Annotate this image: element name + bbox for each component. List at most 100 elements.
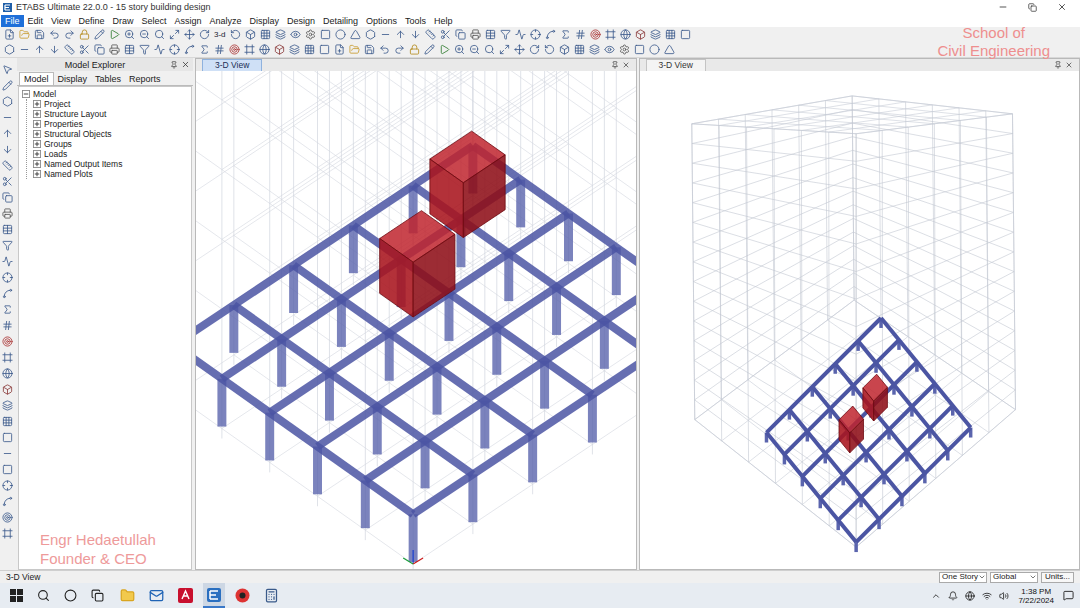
toolbar-button[interactable] [137,28,152,42]
toolbar-button[interactable] [0,382,15,396]
toolbar-button[interactable] [332,43,347,57]
tree-node[interactable]: Structural Objects [33,129,188,139]
expand-icon[interactable] [33,150,41,158]
toolbar-button[interactable] [663,28,678,42]
toolbar-button[interactable] [288,28,303,42]
menu-item[interactable]: Select [137,15,170,27]
toolbar-button[interactable] [47,28,62,42]
toolbar-button[interactable] [0,350,15,364]
browser-icon[interactable] [235,588,250,603]
toolbar-button[interactable] [543,28,558,42]
tree-node[interactable]: Named Plots [33,169,188,179]
toolbar-button[interactable] [317,43,332,57]
tree-node[interactable]: Loads [33,149,188,159]
menu-item[interactable]: Design [283,15,319,27]
toolbar-button[interactable] [647,43,662,57]
model-3d-drawing[interactable] [196,71,636,569]
toolbar-button[interactable] [0,222,15,236]
toolbar-button[interactable] [0,254,15,268]
tree-node[interactable]: Project [33,99,188,109]
expand-icon[interactable] [33,100,41,108]
toolbar-button[interactable] [0,366,15,380]
explorer-tab[interactable]: Display [54,73,92,85]
tree-node[interactable]: Groups [33,139,188,149]
toolbar-button[interactable] [47,43,62,57]
toolbar-button[interactable] [632,43,647,57]
toolbar-button[interactable] [602,43,617,57]
model-3d-drawing[interactable] [640,71,1080,569]
toolbar-button[interactable] [107,28,122,42]
toolbar-button[interactable] [558,28,573,42]
column[interactable] [528,435,537,483]
acrobat-icon[interactable] [178,588,193,603]
task-view-icon[interactable] [91,589,104,602]
toolbar-button[interactable] [423,28,438,42]
tree-node[interactable]: Named Output Items [33,159,188,169]
toolbar-button[interactable] [0,174,15,188]
beam[interactable] [812,387,902,497]
toolbar-button[interactable] [437,43,452,57]
toolbar-button[interactable] [152,43,167,57]
expand-icon[interactable] [33,110,41,118]
toolbar-button[interactable] [212,43,227,57]
beam[interactable] [353,225,592,394]
toolbar-button[interactable] [0,494,15,508]
menu-item[interactable]: Edit [24,15,48,27]
column[interactable] [385,333,394,381]
toolbar-button[interactable] [633,28,648,42]
toolbar-button[interactable] [17,28,32,42]
search-icon[interactable] [37,589,50,602]
toolbar-button[interactable] [122,28,137,42]
volume-icon[interactable] [999,591,1009,601]
toolbar-button[interactable] [92,28,107,42]
toolbar-button[interactable] [0,478,15,492]
toolbar-button[interactable] [512,43,527,57]
toolbar-button[interactable] [0,142,15,156]
toolbar-button[interactable] [363,28,378,42]
menu-item[interactable]: Detailing [319,15,362,27]
toolbar-button[interactable] [542,43,557,57]
column[interactable] [564,213,573,261]
column[interactable] [277,339,286,387]
toolbar-button[interactable] [0,158,15,172]
column[interactable] [504,253,513,301]
toolbar-button[interactable] [0,190,15,204]
toolbar-button[interactable] [62,43,77,57]
beam[interactable] [766,318,881,433]
toolbar-button[interactable] [152,28,167,42]
column[interactable] [217,379,226,427]
column[interactable] [433,367,442,415]
column[interactable] [289,265,298,313]
beam[interactable] [766,433,856,543]
toolbar-button[interactable] [227,43,242,57]
wifi-icon[interactable] [982,591,992,601]
view-tab[interactable]: 3-D View [646,59,706,71]
column[interactable] [313,446,322,494]
column[interactable] [445,293,454,341]
toolbar-button[interactable] [182,43,197,57]
column[interactable] [600,321,609,369]
column[interactable] [480,401,489,449]
beam[interactable] [234,305,473,474]
toolbar-button[interactable] [557,43,572,57]
tree-node[interactable]: Properties [33,119,188,129]
toolbar-button[interactable] [167,28,182,42]
toolbar-button[interactable] [0,206,15,220]
toolbar-button[interactable] [258,28,273,42]
menu-item[interactable]: Help [430,15,457,27]
toolbar-button[interactable] [62,28,77,42]
toolbar-button[interactable] [243,28,258,42]
file-explorer-icon[interactable] [120,588,135,603]
status-dropdown[interactable]: One Story [939,572,987,583]
column[interactable] [421,441,430,489]
column[interactable] [540,361,549,409]
restore-icon[interactable] [1028,3,1037,12]
toolbar-button[interactable] [242,43,257,57]
column[interactable] [516,180,525,228]
toolbar-button[interactable] [0,334,15,348]
toolbar-button[interactable] [77,28,92,42]
beam[interactable] [881,318,971,428]
toolbar-button[interactable] [122,43,137,57]
toolbar-button[interactable] [167,43,182,57]
toolbar-button[interactable] [678,28,693,42]
